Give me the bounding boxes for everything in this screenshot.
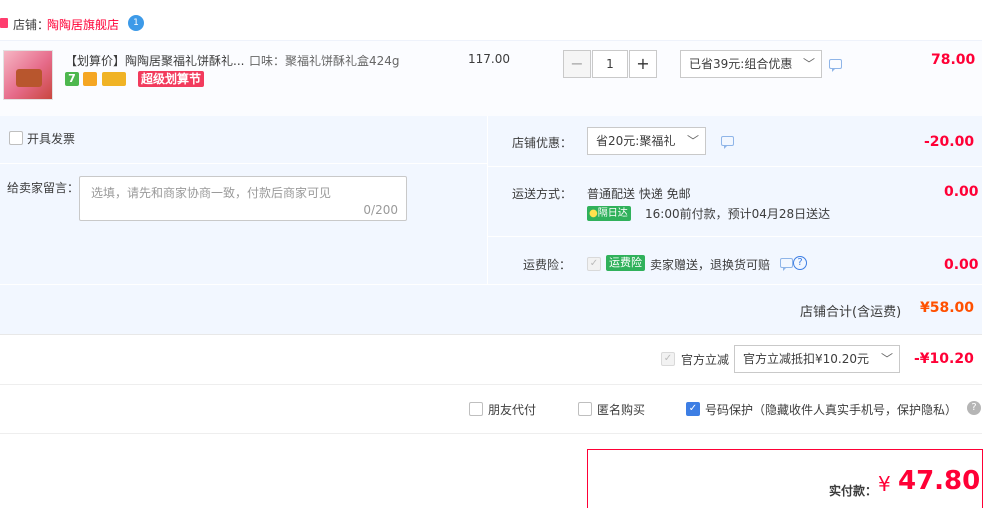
payment-label: 实付款： (829, 484, 878, 498)
shop-total-amount: ¥58.00 (920, 300, 975, 316)
shipping-eta: 16:00前付款，预计04月28日送达 (645, 207, 831, 221)
item-discount-info-icon[interactable] (829, 59, 842, 72)
quantity-increment-button[interactable]: + (629, 50, 657, 78)
shipping-label: 运送方式： (512, 187, 573, 201)
insurance-amount: 0.00 (944, 257, 979, 273)
item-subtotal: 78.00 (931, 52, 976, 68)
anonymous-purchase-checkbox[interactable] (578, 402, 592, 416)
divider (487, 166, 982, 167)
credit-card-icon[interactable] (102, 72, 126, 86)
official-discount-value: 官方立减抵扣¥10.20元 (743, 352, 869, 366)
divider (0, 384, 982, 385)
shipping-method: 普通配送 快递 免邮 (587, 187, 691, 201)
chevron-down-icon: ﹀ (802, 57, 815, 71)
phone-protect-checkbox[interactable]: ✓ (686, 402, 700, 416)
divider (487, 116, 488, 284)
quantity-value: 1 (606, 57, 614, 71)
shop-discount-label: 店铺优惠： (512, 136, 573, 150)
wangwang-chat-icon[interactable]: 1 (128, 15, 144, 31)
product-sku: 口味：聚福礼饼酥礼盒424g (249, 54, 400, 68)
official-discount-checkbox: ✓ (661, 352, 675, 366)
chevron-down-icon: ﹀ (686, 134, 699, 148)
insurance-badge: 运费险 (606, 255, 645, 271)
shop-discount-info-icon[interactable] (721, 136, 734, 149)
seller-message-textarea[interactable]: 选填，请先和商家协商一致，付款后商家可见 0/200 (79, 176, 407, 221)
divider (0, 163, 487, 164)
insurance-checkbox: ✓ (587, 257, 601, 271)
insurance-text: 卖家赠送，退换货可赔 (650, 258, 771, 272)
seller-message-counter: 0/200 (363, 203, 398, 217)
shipping-amount: 0.00 (944, 184, 979, 200)
anonymous-purchase-label: 匿名购买 (597, 403, 646, 417)
help-icon[interactable]: ? (793, 256, 807, 270)
lightning-icon: ● (589, 208, 598, 219)
shop-row: 店铺： 陶陶居旗舰店 1 (0, 0, 996, 40)
divider (0, 334, 982, 335)
shop-discount-value: 省20元:聚福礼 (596, 134, 676, 148)
phone-protect-label: 号码保护（隐藏收件人真实手机号，保护隐私） (705, 403, 958, 417)
friend-pay-checkbox[interactable] (469, 402, 483, 416)
seller-message-label: 给卖家留言： (7, 181, 80, 195)
unit-price: 117.00 (468, 52, 510, 66)
help-icon[interactable]: ? (967, 401, 981, 415)
super-deal-badge: 超级划算节 (138, 71, 205, 87)
thumbnail-cake-icon (16, 69, 42, 87)
friend-pay-label: 朋友代付 (488, 403, 537, 417)
chevron-down-icon: ﹀ (880, 352, 893, 366)
guarantee-icon[interactable] (83, 72, 97, 86)
shop-name-link[interactable]: 陶陶居旗舰店 (47, 16, 119, 33)
item-discount-select[interactable]: 已省39元:组合优惠 ﹀ (680, 50, 822, 78)
product-title-link[interactable]: 【划算价】陶陶居聚福礼饼酥礼... (65, 52, 244, 69)
next-day-badge-text: 隔日达 (597, 208, 628, 219)
shop-icon (0, 18, 8, 28)
official-discount-label: 官方立减 (681, 353, 730, 367)
invoice-label: 开具发票 (27, 132, 76, 146)
payment-currency: ¥ (878, 472, 891, 496)
item-row: 【划算价】陶陶居聚福礼饼酥礼... 口味：聚福礼饼酥礼盒424g 7 超级划算节… (0, 40, 982, 116)
insurance-chat-icon[interactable] (780, 258, 793, 271)
seven-day-return-badge[interactable]: 7 (65, 72, 79, 86)
quantity-decrement-button[interactable]: − (563, 50, 591, 78)
item-discount-value: 已省39元:组合优惠 (689, 57, 793, 71)
quantity-input[interactable]: 1 (592, 50, 628, 78)
shop-discount-amount: -20.00 (924, 134, 975, 150)
divider (0, 284, 982, 285)
invoice-checkbox[interactable] (9, 131, 23, 145)
divider (487, 236, 982, 237)
payment-summary-box: 实付款： ¥ 47.80 (587, 449, 983, 508)
shop-discount-select[interactable]: 省20元:聚福礼 ﹀ (587, 127, 706, 155)
product-thumbnail[interactable] (3, 50, 53, 100)
official-discount-amount: -¥10.20 (914, 351, 974, 367)
payment-amount: 47.80 (898, 466, 981, 496)
divider (0, 433, 982, 434)
official-discount-select[interactable]: 官方立减抵扣¥10.20元 ﹀ (734, 345, 900, 373)
insurance-label: 运费险： (523, 258, 572, 272)
shop-total-label: 店铺合计(含运费) (800, 305, 902, 320)
seller-message-placeholder: 选填，请先和商家协商一致，付款后商家可见 (91, 186, 332, 200)
shop-prefix: 店铺： (13, 18, 50, 32)
next-day-badge: ●隔日达 (587, 206, 631, 221)
